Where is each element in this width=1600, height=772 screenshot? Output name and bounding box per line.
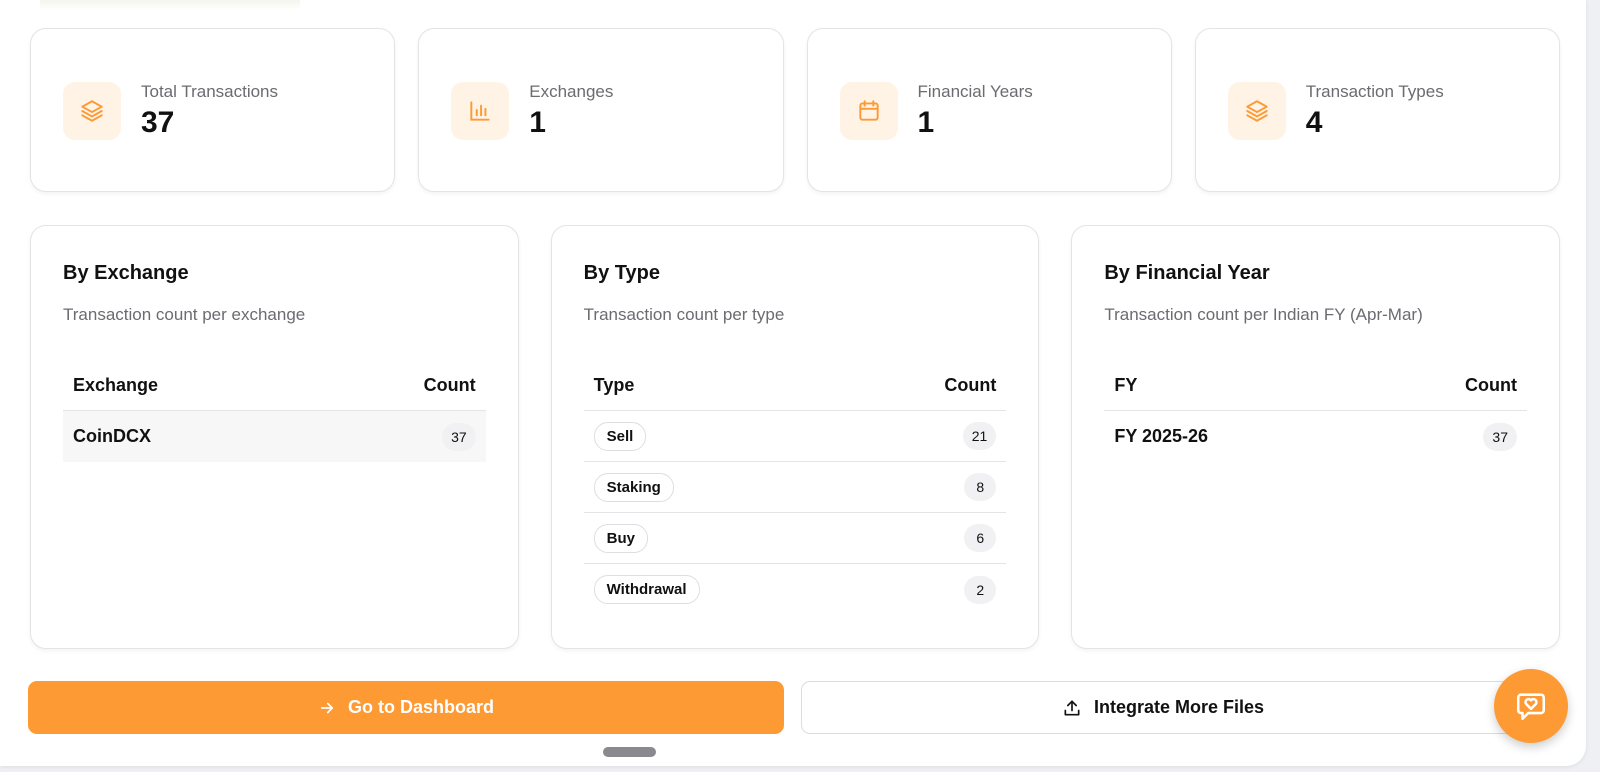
card-description: Transaction count per exchange xyxy=(63,305,306,324)
by-financial-year-card: By Financial Year Transaction count per … xyxy=(1071,225,1560,649)
table-row[interactable]: Staking 8 xyxy=(583,462,1007,513)
table-row[interactable]: FY 2025-26 37 xyxy=(1104,411,1527,462)
chat-button[interactable] xyxy=(1494,669,1568,743)
count-badge: 37 xyxy=(442,422,476,451)
card-title: By Type xyxy=(583,262,660,284)
count-badge: 21 xyxy=(962,422,997,450)
count-badge: 6 xyxy=(964,524,997,552)
type-pill: Staking xyxy=(593,472,674,502)
column-header-exchange: Exchange xyxy=(73,375,159,395)
stat-value: 1 xyxy=(529,106,546,139)
summary-panel: Total Transactions 37 Exchanges 1 Financ… xyxy=(0,0,1586,766)
go-to-dashboard-button[interactable]: Go to Dashboard xyxy=(28,681,784,734)
stat-card-total-transactions: Total Transactions 37 xyxy=(30,28,396,192)
table-header: Type Count xyxy=(583,361,1007,411)
count-badge: 37 xyxy=(1483,422,1517,451)
type-table: Type Count Sell 21 Staking 8 Buy 6 Withd… xyxy=(583,361,1007,615)
action-buttons: Go to Dashboard Integrate More Files xyxy=(28,681,1528,734)
card-title: By Exchange xyxy=(63,262,189,284)
type-pill: Sell xyxy=(593,421,647,451)
stat-value: 37 xyxy=(141,106,175,139)
table-header: Exchange Count xyxy=(63,361,486,411)
stat-card-financial-years: Financial Years 1 xyxy=(806,28,1172,192)
stat-label: Exchanges xyxy=(529,82,614,101)
column-header-count: Count xyxy=(1465,375,1517,395)
column-header-count: Count xyxy=(423,375,476,395)
exchange-name: CoinDCX xyxy=(73,426,151,446)
card-description: Transaction count per type xyxy=(583,305,785,324)
stat-label: Total Transactions xyxy=(141,82,279,101)
type-pill: Buy xyxy=(593,523,648,553)
table-row[interactable]: CoinDCX 37 xyxy=(63,411,486,462)
integrate-more-files-label: Integrate More Files xyxy=(1093,697,1265,717)
stat-card-exchanges: Exchanges 1 xyxy=(418,28,784,192)
go-to-dashboard-label: Go to Dashboard xyxy=(347,697,494,717)
fy-name: FY 2025-26 xyxy=(1114,426,1209,446)
scroll-fade xyxy=(40,0,300,10)
table-row[interactable]: Withdrawal 2 xyxy=(584,564,1007,615)
stat-label: Transaction Types xyxy=(1305,82,1444,101)
arrow-right-icon xyxy=(318,699,336,717)
chat-heart-icon xyxy=(1514,689,1548,723)
column-header-count: Count xyxy=(944,375,997,395)
layers-icon xyxy=(1227,82,1286,140)
table-row[interactable]: Sell 21 xyxy=(583,411,1007,462)
stat-cards-row: Total Transactions 37 Exchanges 1 Financ… xyxy=(30,28,1560,192)
bar-chart-icon xyxy=(451,82,510,140)
stat-value: 4 xyxy=(1305,106,1323,139)
stat-value: 1 xyxy=(917,106,935,139)
integrate-more-files-button[interactable]: Integrate More Files xyxy=(801,681,1525,734)
upload-icon xyxy=(1062,698,1082,718)
column-header-fy: FY xyxy=(1114,375,1138,395)
exchange-table: Exchange Count CoinDCX 37 xyxy=(63,361,486,462)
count-badge: 2 xyxy=(964,575,997,604)
count-badge: 8 xyxy=(964,473,997,501)
column-header-type: Type xyxy=(593,375,635,395)
calendar-icon xyxy=(839,82,898,140)
breakdown-cards-row: By Exchange Transaction count per exchan… xyxy=(30,225,1560,649)
by-exchange-card: By Exchange Transaction count per exchan… xyxy=(30,225,519,649)
table-header: FY Count xyxy=(1104,361,1527,411)
type-pill: Withdrawal xyxy=(593,575,700,604)
stat-label: Financial Years xyxy=(917,82,1033,101)
layers-icon xyxy=(63,82,121,140)
drag-handle[interactable] xyxy=(603,747,656,757)
card-title: By Financial Year xyxy=(1104,262,1270,284)
card-description: Transaction count per Indian FY (Apr-Mar… xyxy=(1104,305,1423,324)
by-type-card: By Type Transaction count per type Type … xyxy=(550,225,1040,649)
fy-table: FY Count FY 2025-26 37 xyxy=(1104,361,1527,462)
table-row[interactable]: Buy 6 xyxy=(583,513,1007,564)
stat-card-transaction-types: Transaction Types 4 xyxy=(1194,28,1560,192)
